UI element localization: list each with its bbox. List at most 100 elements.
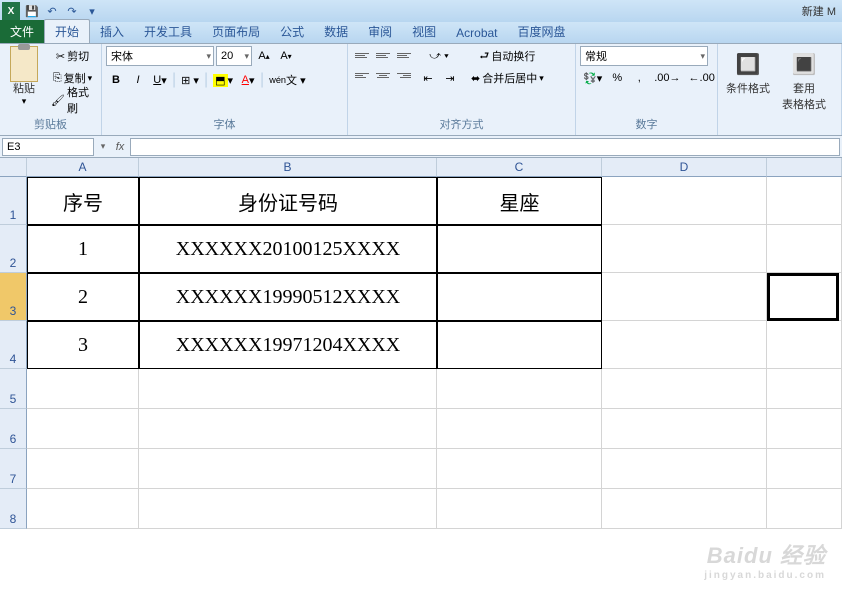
- save-icon[interactable]: 💾: [23, 2, 41, 20]
- cell-A5[interactable]: [27, 369, 139, 409]
- cell-A6[interactable]: [27, 409, 139, 449]
- tab-developer[interactable]: 开发工具: [134, 20, 202, 43]
- tab-home[interactable]: 开始: [44, 19, 90, 43]
- bold-button[interactable]: B: [106, 70, 126, 90]
- cell-C5[interactable]: [437, 369, 602, 409]
- tab-insert[interactable]: 插入: [90, 20, 134, 43]
- cell-C3[interactable]: [437, 273, 602, 321]
- select-all-corner[interactable]: [0, 158, 27, 177]
- tab-formulas[interactable]: 公式: [270, 20, 314, 43]
- cell-B8[interactable]: [139, 489, 437, 529]
- fx-icon[interactable]: fx: [110, 141, 130, 153]
- cell-E7[interactable]: [767, 449, 842, 489]
- cell-E2[interactable]: [767, 225, 842, 273]
- cell-C1[interactable]: 星座: [437, 177, 602, 225]
- align-left[interactable]: [352, 66, 372, 84]
- percent-button[interactable]: %: [607, 68, 627, 88]
- align-center[interactable]: [373, 66, 393, 84]
- tab-baidu[interactable]: 百度网盘: [508, 20, 576, 43]
- formula-input[interactable]: [130, 138, 840, 156]
- row-header-1[interactable]: 1: [0, 177, 27, 225]
- tab-file[interactable]: 文件: [0, 20, 44, 43]
- cell-D8[interactable]: [602, 489, 767, 529]
- merge-center-button[interactable]: ⬌合并后居中▾: [468, 68, 547, 88]
- col-header-B[interactable]: B: [139, 158, 437, 177]
- cell-E3[interactable]: [767, 273, 842, 321]
- col-header-D[interactable]: D: [602, 158, 767, 177]
- spreadsheet-grid[interactable]: A B C D 1序号身份证号码星座21XXXXXX20100125XXXX32…: [0, 158, 842, 595]
- cut-button[interactable]: ✂剪切: [48, 46, 97, 66]
- paste-button[interactable]: 粘贴 ▾: [4, 46, 44, 109]
- cell-A7[interactable]: [27, 449, 139, 489]
- cell-B1[interactable]: 身份证号码: [139, 177, 437, 225]
- format-painter-button[interactable]: 🖌格式刷: [48, 90, 97, 110]
- row-header-4[interactable]: 4: [0, 321, 27, 369]
- cell-B2[interactable]: XXXXXX20100125XXXX: [139, 225, 437, 273]
- tab-acrobat[interactable]: Acrobat: [446, 23, 507, 43]
- cell-C7[interactable]: [437, 449, 602, 489]
- name-box[interactable]: E3: [2, 138, 94, 156]
- row-header-7[interactable]: 7: [0, 449, 27, 489]
- orientation-button[interactable]: ⤻ ▾: [418, 46, 460, 66]
- underline-button[interactable]: U ▾: [150, 70, 170, 90]
- phonetic-button[interactable]: wén文 ▾: [266, 70, 308, 90]
- qat-more-icon[interactable]: ▾: [83, 2, 101, 20]
- increase-font-icon[interactable]: A▴: [254, 46, 274, 66]
- font-color-button[interactable]: A ▾: [238, 70, 258, 90]
- row-header-3[interactable]: 3: [0, 273, 27, 321]
- tab-review[interactable]: 审阅: [358, 20, 402, 43]
- decrease-decimal[interactable]: ←.00: [686, 68, 718, 88]
- decrease-font-icon[interactable]: A▾: [276, 46, 296, 66]
- cell-C2[interactable]: [437, 225, 602, 273]
- cell-A8[interactable]: [27, 489, 139, 529]
- font-name-combo[interactable]: 宋体: [106, 46, 214, 66]
- increase-decimal[interactable]: .00→: [651, 68, 683, 88]
- cell-D1[interactable]: [602, 177, 767, 225]
- tab-data[interactable]: 数据: [314, 20, 358, 43]
- conditional-format-button[interactable]: 🔲 条件格式: [722, 46, 774, 98]
- cell-E6[interactable]: [767, 409, 842, 449]
- cell-B5[interactable]: [139, 369, 437, 409]
- cell-C8[interactable]: [437, 489, 602, 529]
- cell-E5[interactable]: [767, 369, 842, 409]
- cell-C6[interactable]: [437, 409, 602, 449]
- align-middle[interactable]: [373, 46, 393, 64]
- align-top[interactable]: [352, 46, 372, 64]
- cell-D4[interactable]: [602, 321, 767, 369]
- comma-button[interactable]: ,: [629, 68, 649, 88]
- align-right[interactable]: [394, 66, 414, 84]
- currency-button[interactable]: 💱▾: [580, 68, 605, 88]
- col-header-E[interactable]: [767, 158, 842, 177]
- indent-decrease[interactable]: ⇤: [418, 68, 438, 88]
- number-format-combo[interactable]: 常规: [580, 46, 708, 66]
- tab-layout[interactable]: 页面布局: [202, 20, 270, 43]
- cell-B3[interactable]: XXXXXX19990512XXXX: [139, 273, 437, 321]
- cell-E8[interactable]: [767, 489, 842, 529]
- cell-B7[interactable]: [139, 449, 437, 489]
- cell-A2[interactable]: 1: [27, 225, 139, 273]
- font-size-combo[interactable]: 20: [216, 46, 252, 66]
- row-header-5[interactable]: 5: [0, 369, 27, 409]
- cell-B4[interactable]: XXXXXX19971204XXXX: [139, 321, 437, 369]
- tab-view[interactable]: 视图: [402, 20, 446, 43]
- indent-increase[interactable]: ⇥: [440, 68, 460, 88]
- cell-D7[interactable]: [602, 449, 767, 489]
- cell-D5[interactable]: [602, 369, 767, 409]
- row-header-6[interactable]: 6: [0, 409, 27, 449]
- redo-icon[interactable]: ↷: [63, 2, 81, 20]
- align-bottom[interactable]: [394, 46, 414, 64]
- format-as-table-button[interactable]: 🔳 套用 表格格式: [778, 46, 830, 114]
- cell-E1[interactable]: [767, 177, 842, 225]
- cell-C4[interactable]: [437, 321, 602, 369]
- cell-A3[interactable]: 2: [27, 273, 139, 321]
- undo-icon[interactable]: ↶: [43, 2, 61, 20]
- cell-D2[interactable]: [602, 225, 767, 273]
- row-header-8[interactable]: 8: [0, 489, 27, 529]
- cell-B6[interactable]: [139, 409, 437, 449]
- fill-color-button[interactable]: ⬒ ▾: [210, 70, 236, 90]
- col-header-C[interactable]: C: [437, 158, 602, 177]
- wrap-text-button[interactable]: ⮐自动换行: [468, 46, 547, 66]
- cell-A1[interactable]: 序号: [27, 177, 139, 225]
- cell-A4[interactable]: 3: [27, 321, 139, 369]
- cell-D6[interactable]: [602, 409, 767, 449]
